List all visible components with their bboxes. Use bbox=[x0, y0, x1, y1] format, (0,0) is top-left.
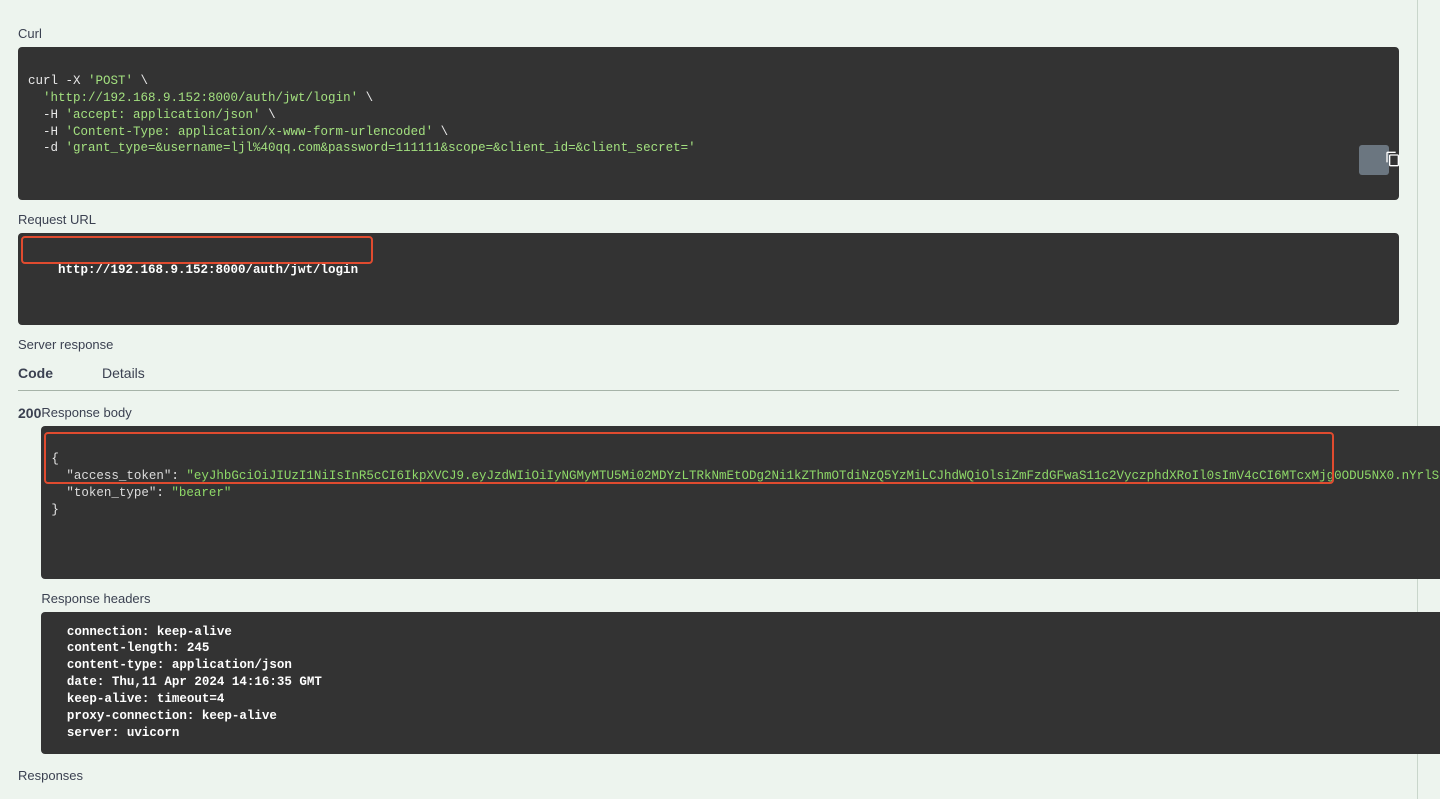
details-column-header: Details bbox=[102, 365, 145, 381]
response-body-block: { "access_token": "eyJhbGciOiJIUzI1NiIsI… bbox=[41, 426, 1440, 579]
response-headers-label: Response headers bbox=[41, 591, 1440, 606]
responses-label: Responses bbox=[18, 768, 1399, 783]
copy-curl-button[interactable] bbox=[1359, 145, 1389, 175]
request-url-block: http://192.168.9.152:8000/auth/jwt/login bbox=[18, 233, 1399, 325]
response-header-row: Code Details bbox=[18, 358, 1399, 391]
response-body-label: Response body bbox=[41, 405, 1440, 420]
response-headers-block: connection: keep-alive content-length: 2… bbox=[41, 612, 1440, 754]
request-url-value: http://192.168.9.152:8000/auth/jwt/login bbox=[58, 263, 358, 277]
highlight-request-url bbox=[21, 236, 373, 264]
request-url-label: Request URL bbox=[18, 212, 1399, 227]
curl-command-block: curl -X 'POST' \ 'http://192.168.9.152:8… bbox=[18, 47, 1399, 200]
copy-icon bbox=[1347, 136, 1399, 185]
curl-label: Curl bbox=[18, 26, 1399, 41]
code-column-header: Code bbox=[18, 365, 102, 381]
server-response-label: Server response bbox=[18, 337, 1399, 352]
status-code: 200 bbox=[18, 405, 41, 421]
